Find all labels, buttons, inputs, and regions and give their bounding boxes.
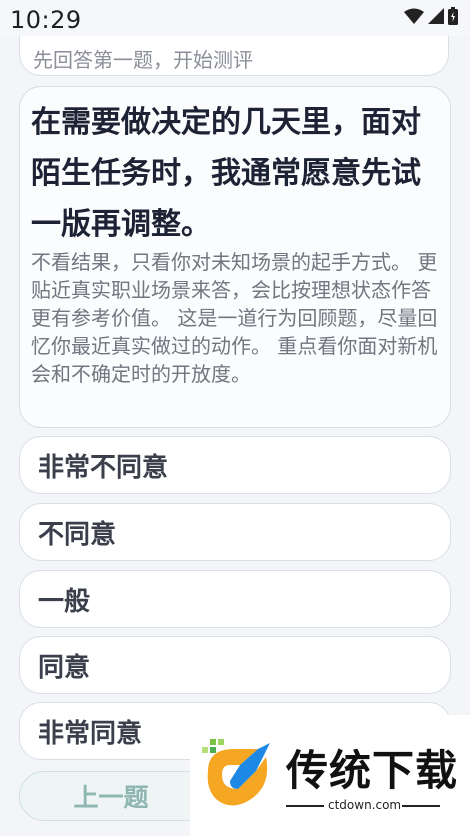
status-bar: 10:29: [0, 0, 470, 36]
question-description: 不看结果，只看你对未知场景的起手方式。 更贴近真实职业场景来答，会比按理想状态作…: [31, 250, 438, 386]
option-agree[interactable]: 同意: [19, 636, 451, 694]
status-icons: [404, 7, 458, 25]
watermark-divider-left: [286, 805, 324, 807]
status-time: 10:29: [10, 6, 82, 34]
watermark-brand: 传统下载: [286, 746, 459, 795]
question-title: 在需要做决定的几天里，面对陌生任务时，我通常愿意先试一版再调整。: [31, 105, 421, 242]
wifi-icon: [404, 8, 424, 24]
question-card: 在需要做决定的几天里，面对陌生任务时，我通常愿意先试一版再调整。 不看结果，只看…: [19, 86, 451, 428]
option-neutral[interactable]: 一般: [19, 570, 451, 628]
watermark-divider-right: [402, 805, 440, 807]
previous-card-text: 先回答第一题，开始测评: [33, 48, 253, 72]
option-strongly-disagree[interactable]: 非常不同意: [19, 436, 451, 494]
option-disagree[interactable]: 不同意: [19, 503, 451, 561]
battery-icon: [448, 7, 458, 25]
watermark: 传统下载 ctdown.com: [190, 715, 470, 836]
watermark-url: ctdown.com: [328, 798, 402, 812]
brand-logo-icon: [202, 739, 270, 806]
signal-icon: [428, 8, 444, 24]
